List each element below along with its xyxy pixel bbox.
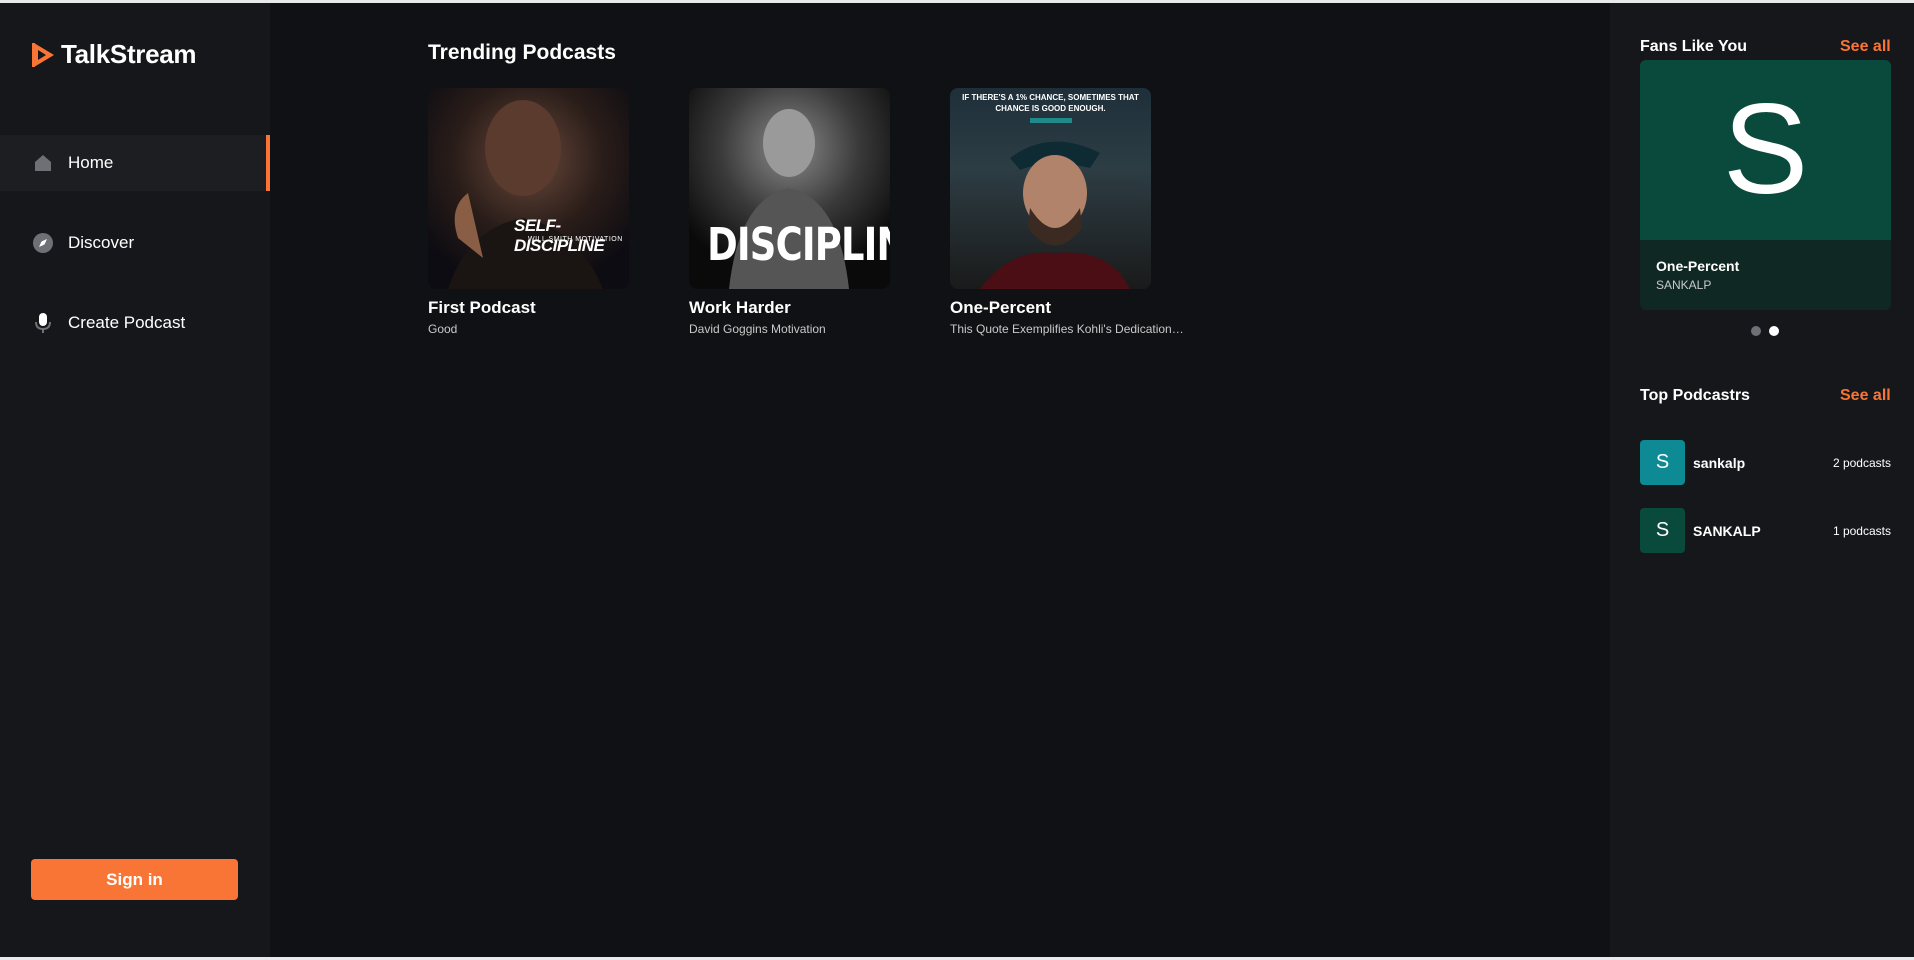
podcast-description: Good [428,322,458,336]
podcast-title: Work Harder [689,298,791,317]
fan-podcast-card[interactable]: S One-Percent SANKALP [1640,60,1891,310]
sidebar-item-label: Discover [68,233,135,252]
podcast-description: This Quote Exemplifies Kohli's Dedicatio… [950,322,1185,336]
home-icon [32,152,54,174]
fan-card-title: One-Percent [1656,258,1740,274]
sidebar-item-discover[interactable]: Discover [0,215,270,271]
podcast-cover-image: DISCIPLINE [689,88,890,289]
compass-icon [32,232,54,254]
podcast-cover-image: SELF-DISCIPLINE WILL SMITH MOTIVATION [428,88,629,289]
podcaster-row[interactable]: S SANKALP 1 podcasts [1640,508,1891,553]
cover-title-text: DISCIPLINE [707,218,890,271]
fans-section-title: Fans Like You [1640,38,1747,55]
sidebar-item-create-podcast[interactable]: Create Podcast [0,295,270,351]
fan-card-letter: S [1722,78,1809,221]
avatar: S [1640,508,1685,553]
cover-subtitle-text: WILL SMITH MOTIVATION [528,236,623,243]
podcast-title: One-Percent [950,298,1052,317]
fan-card-owner: SANKALP [1656,278,1712,292]
fan-card-avatar: S [1640,60,1891,240]
podcast-cover-image: IF THERE'S A 1% CHANCE, SOMETIMES THAT C… [950,88,1151,289]
podcast-description: David Goggins Motivation [689,322,826,336]
podcast-count: 1 podcasts [1832,523,1891,538]
podcast-card[interactable]: IF THERE'S A 1% CHANCE, SOMETIMES THAT C… [950,88,1190,336]
sidebar-item-home[interactable]: Home [0,135,270,191]
cover-title-text: IF THERE'S A 1% CHANCE, SOMETIMES THAT C… [962,93,1139,114]
podcast-card[interactable]: DISCIPLINE Work Harder David Goggins Mot… [689,88,929,336]
podcaster-name: sankalp [1693,454,1746,471]
podcaster-name: SANKALP [1693,522,1761,539]
app-name: TalkStream [61,39,197,69]
logo-icon [32,42,54,67]
sidebar-item-label: Create Podcast [68,313,186,332]
microphone-icon [32,312,54,334]
sidebar-item-label: Home [68,153,114,172]
podcast-title: First Podcast [428,298,536,317]
app-logo[interactable]: TalkStream [31,39,197,70]
sign-in-button[interactable]: Sign in [31,859,238,900]
cover-caption-bar [1030,118,1072,123]
podcast-card[interactable]: SELF-DISCIPLINE WILL SMITH MOTIVATION Fi… [428,88,668,336]
carousel-dot-1[interactable] [1751,326,1761,336]
right-sidebar: Fans Like You See all S One-Percent SANK… [1610,3,1914,957]
podcast-count: 2 podcasts [1832,455,1891,470]
avatar: S [1640,440,1685,485]
page-title: Trending Podcasts [428,41,616,64]
carousel-dot-2[interactable] [1769,326,1779,336]
podcaster-row[interactable]: S sankalp 2 podcasts [1640,440,1891,485]
top-podcasters-see-all-link[interactable]: See all [1840,387,1891,405]
top-podcasters-title: Top Podcastrs [1640,387,1750,404]
left-sidebar: TalkStream Home Discover Create Podcast … [0,3,270,957]
cover-figure-graphic [448,100,603,289]
fans-see-all-link[interactable]: See all [1840,38,1891,56]
